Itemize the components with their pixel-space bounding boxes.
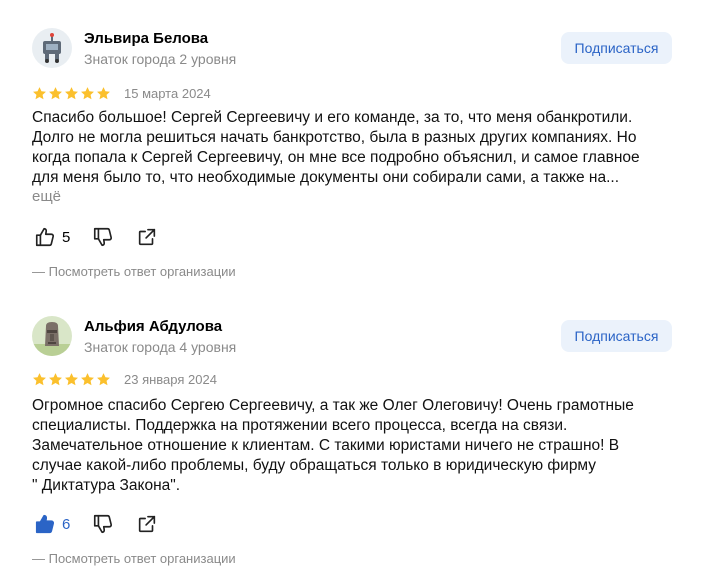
thumbs-down-icon bbox=[93, 227, 113, 247]
subscribe-button[interactable]: Подписаться bbox=[561, 320, 672, 352]
review-date: 15 марта 2024 bbox=[124, 86, 211, 101]
view-organization-reply[interactable]: — Посмотреть ответ организации bbox=[32, 551, 236, 566]
share-button[interactable] bbox=[136, 226, 158, 248]
like-button[interactable]: 5 bbox=[34, 226, 70, 248]
review-text-line: Долго не могла решиться начать банкротст… bbox=[32, 129, 637, 146]
subscribe-button[interactable]: Подписаться bbox=[561, 32, 672, 64]
rating-stars bbox=[32, 372, 111, 387]
view-organization-reply[interactable]: — Посмотреть ответ организации bbox=[32, 264, 236, 279]
review-text-line: " Диктатура Закона". bbox=[32, 477, 181, 494]
star-icon bbox=[65, 87, 78, 100]
thumbs-up-icon bbox=[35, 514, 55, 534]
share-icon bbox=[138, 228, 156, 246]
share-icon bbox=[138, 515, 156, 533]
dislike-button[interactable] bbox=[92, 513, 114, 535]
review-text-line: когда попала к Сергей Сергеевичу, он мне… bbox=[32, 149, 640, 166]
star-icon bbox=[97, 373, 110, 386]
review-text-line: Спасибо большое! Сергей Сергеевичу и его… bbox=[32, 109, 633, 126]
like-count: 6 bbox=[62, 515, 71, 533]
review-text-line: Огромное спасибо Сергею Сергеевичу, а та… bbox=[32, 397, 634, 414]
review-date: 23 января 2024 bbox=[124, 372, 217, 387]
thumbs-up-icon bbox=[35, 227, 55, 247]
avatar[interactable] bbox=[32, 28, 72, 68]
review-text-line: специалисты. Поддержка на протяжении все… bbox=[32, 417, 568, 434]
star-icon bbox=[81, 87, 94, 100]
like-count: 5 bbox=[62, 228, 71, 246]
thumbs-down-icon bbox=[93, 514, 113, 534]
star-icon bbox=[49, 373, 62, 386]
dislike-button[interactable] bbox=[92, 226, 114, 248]
reviewer-name[interactable]: Эльвира Белова bbox=[84, 30, 208, 47]
like-button[interactable]: 6 bbox=[34, 513, 70, 535]
star-icon bbox=[49, 87, 62, 100]
star-icon bbox=[33, 87, 46, 100]
review-text-line: для меня было то, что необходимые докуме… bbox=[32, 169, 620, 186]
read-more-link[interactable]: ещё bbox=[32, 188, 61, 205]
reviewer-level: Знаток города 2 уровня bbox=[84, 51, 237, 67]
share-button[interactable] bbox=[136, 513, 158, 535]
star-icon bbox=[97, 87, 110, 100]
reviewer-level: Знаток города 4 уровня bbox=[84, 339, 237, 355]
review-text-line: Замечательное отношение к клиентам. С та… bbox=[32, 437, 620, 454]
review-text: Огромное спасибо Сергею Сергеевичу, а та… bbox=[32, 396, 682, 496]
star-icon bbox=[33, 373, 46, 386]
avatar-robot-icon bbox=[43, 33, 61, 63]
star-icon bbox=[81, 373, 94, 386]
review-text-line: случае какой-либо проблемы, буду обращат… bbox=[32, 457, 597, 474]
avatar-moai-icon bbox=[32, 322, 72, 356]
star-icon bbox=[65, 373, 78, 386]
avatar[interactable] bbox=[32, 316, 72, 356]
reviewer-name[interactable]: Альфия Абдулова bbox=[84, 318, 222, 335]
review-text: Спасибо большое! Сергей Сергеевичу и его… bbox=[32, 108, 682, 188]
rating-stars bbox=[32, 86, 111, 101]
